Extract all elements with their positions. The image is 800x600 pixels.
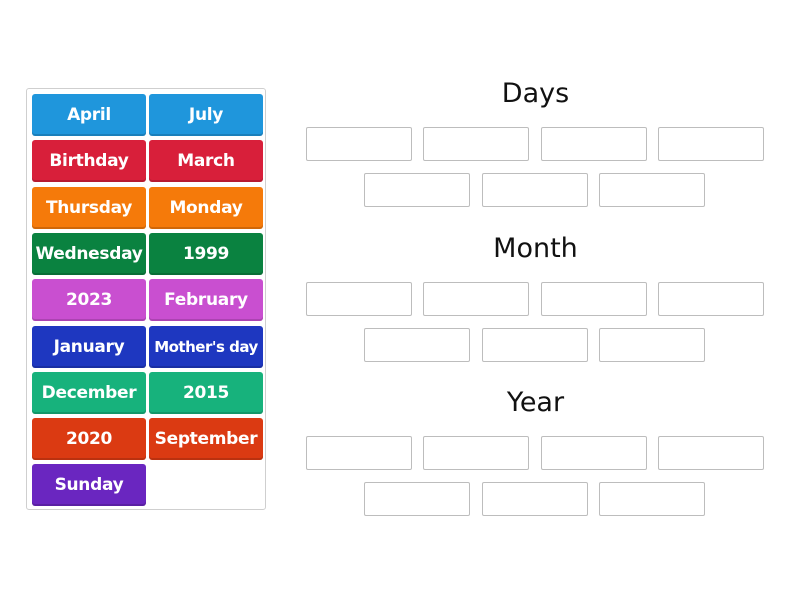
drop-slot-year[interactable]: [364, 482, 470, 516]
drop-slot-days[interactable]: [423, 127, 529, 161]
group-title-year: Year: [506, 387, 565, 418]
draggable-tile[interactable]: 2015: [149, 372, 263, 414]
drop-slot-days[interactable]: [306, 127, 412, 161]
group-title-month: Month: [493, 233, 578, 264]
drop-slot-month[interactable]: [599, 328, 705, 362]
drop-slot-year[interactable]: [599, 482, 705, 516]
drop-slot-month[interactable]: [306, 282, 412, 316]
draggable-tile[interactable]: Birthday: [32, 140, 146, 182]
draggable-tile[interactable]: July: [149, 94, 263, 136]
drop-slot-month[interactable]: [541, 282, 647, 316]
drop-slot-year[interactable]: [482, 482, 588, 516]
drop-slot-days[interactable]: [599, 173, 705, 207]
draggable-tile[interactable]: December: [32, 372, 146, 414]
drop-slot-month[interactable]: [482, 328, 588, 362]
draggable-tile[interactable]: 2020: [32, 418, 146, 460]
drop-slot-days[interactable]: [541, 127, 647, 161]
drop-slot-days[interactable]: [364, 173, 470, 207]
drop-slot-year[interactable]: [658, 436, 764, 470]
draggable-tile[interactable]: Sunday: [32, 464, 146, 506]
drop-slot-year[interactable]: [541, 436, 647, 470]
drop-slot-month[interactable]: [658, 282, 764, 316]
draggable-tile[interactable]: 2023: [32, 279, 146, 321]
group-title-days: Days: [501, 78, 570, 109]
draggable-tile[interactable]: April: [32, 94, 146, 136]
draggable-tile[interactable]: January: [32, 326, 146, 368]
drop-slot-month[interactable]: [423, 282, 529, 316]
drop-slot-days[interactable]: [482, 173, 588, 207]
draggable-tile[interactable]: Monday: [149, 187, 263, 229]
drop-slot-year[interactable]: [306, 436, 412, 470]
draggable-tile[interactable]: 1999: [149, 233, 263, 275]
drop-slot-year[interactable]: [423, 436, 529, 470]
draggable-tile[interactable]: February: [149, 279, 263, 321]
drop-slot-days[interactable]: [658, 127, 764, 161]
draggable-tile[interactable]: March: [149, 140, 263, 182]
draggable-tile[interactable]: Wednesday: [32, 233, 146, 275]
drop-slot-month[interactable]: [364, 328, 470, 362]
draggable-tile[interactable]: Mother's day: [149, 326, 263, 368]
draggable-tile[interactable]: Thursday: [32, 187, 146, 229]
draggable-tile[interactable]: September: [149, 418, 263, 460]
